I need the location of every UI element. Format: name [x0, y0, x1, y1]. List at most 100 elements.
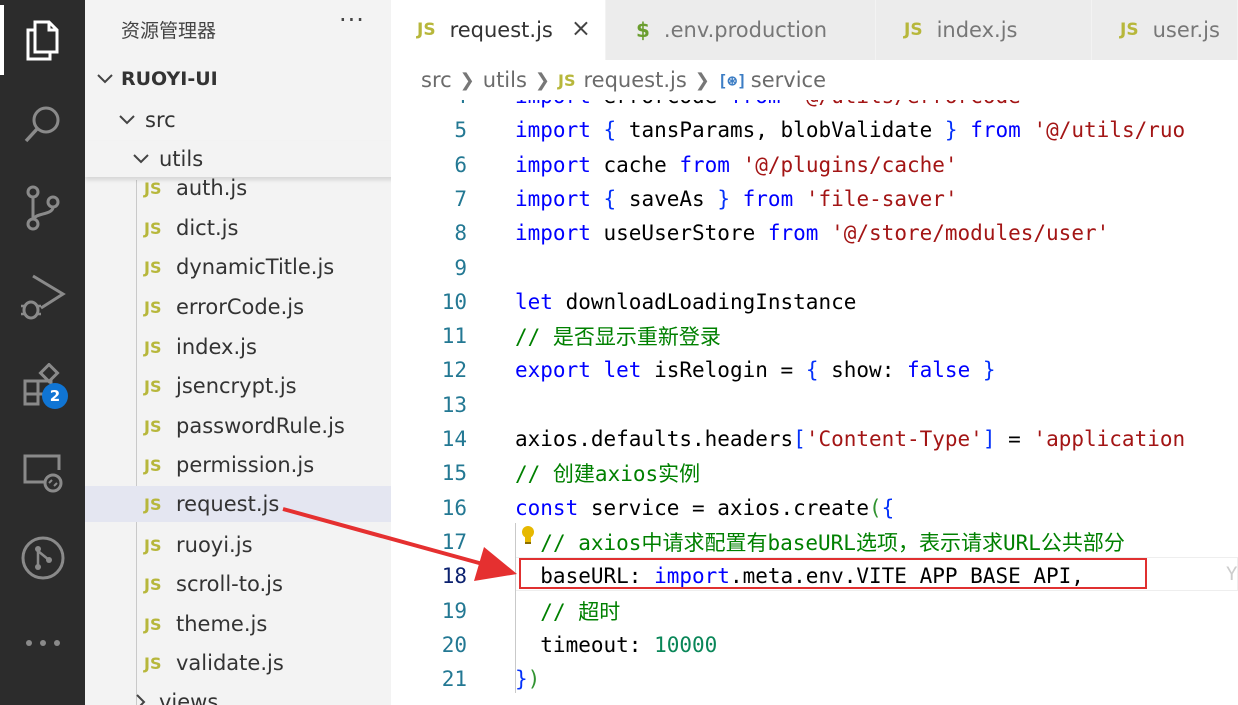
code-text: // 超时	[540, 599, 621, 624]
explorer-button[interactable]	[0, 5, 85, 75]
file-theme[interactable]: JS theme.js	[85, 606, 391, 642]
file-dynamictitle[interactable]: JS dynamicTitle.js	[85, 249, 391, 285]
file-scroll-to[interactable]: JS scroll-to.js	[85, 566, 391, 602]
tab-label: index.js	[936, 18, 1018, 42]
tab-request-js[interactable]: JS request.js ×	[391, 0, 606, 60]
explorer-more-button[interactable]: ···	[339, 6, 365, 34]
code-line[interactable]: 10 let downloadLoadingInstance	[391, 285, 1238, 319]
code-line[interactable]: 4 import errorCode from '@/utils/errorCod…	[391, 100, 1238, 113]
code-text: import { tansParams, blobValidate } from…	[515, 118, 1186, 143]
tab-env-production[interactable]: $ .env.production	[606, 0, 876, 60]
tab-label: user.js	[1152, 18, 1220, 42]
breadcrumb-utils[interactable]: utils	[483, 68, 527, 92]
folder-label: utils	[159, 147, 204, 171]
chevron-down-icon	[95, 69, 115, 89]
remote-explorer-button[interactable]	[0, 437, 85, 507]
env-file-icon: $	[636, 18, 650, 42]
code-text: // 是否显示重新登录	[515, 325, 721, 350]
js-file-icon: JS	[144, 455, 162, 475]
code-line[interactable]: 11 // 是否显示重新登录	[391, 319, 1238, 353]
code-editor[interactable]: 4 import errorCode from '@/utils/errorCod…	[391, 100, 1238, 705]
chevron-right-icon: ❯	[694, 69, 710, 91]
code-line[interactable]: 19 // 超时	[391, 594, 1238, 628]
close-icon[interactable]: ×	[571, 14, 591, 42]
line-number: 4	[391, 100, 467, 108]
file-errorcode[interactable]: JS errorCode.js	[85, 289, 391, 325]
breadcrumb-file[interactable]: request.js	[584, 68, 687, 92]
code-line[interactable]: 9	[391, 251, 1238, 285]
lightbulb-icon[interactable]	[520, 525, 536, 545]
line-number: 9	[454, 255, 467, 280]
extensions-button[interactable]: 2	[0, 350, 85, 420]
folder-views[interactable]: views	[85, 684, 391, 705]
code-text: })	[515, 667, 541, 692]
extensions-badge: 2	[42, 383, 68, 409]
file-permission[interactable]: JS permission.js	[85, 447, 391, 483]
chevron-down-icon	[117, 110, 137, 130]
code-line[interactable]: 17 // axios中请求配置有baseURL选项，表示请求URL公共部分	[391, 525, 1238, 559]
file-dict[interactable]: JS dict.js	[85, 210, 391, 246]
code-line[interactable]: 15 // 创建axios实例	[391, 456, 1238, 490]
line-number: 12	[441, 358, 467, 383]
file-request[interactable]: JS request.js	[85, 486, 391, 522]
code-line[interactable]: 13	[391, 388, 1238, 422]
tab-label: .env.production	[663, 18, 828, 42]
source-control-button[interactable]	[0, 173, 85, 243]
activity-bar: 2	[0, 0, 85, 705]
files-icon	[26, 20, 58, 61]
js-file-icon: JS	[144, 535, 162, 555]
line-number: 18	[441, 564, 467, 589]
code-text: let downloadLoadingInstance	[515, 289, 857, 314]
js-file-icon: JS	[144, 178, 162, 198]
code-line[interactable]: 20 timeout: 10000	[391, 628, 1238, 662]
folder-utils[interactable]: utils	[85, 141, 391, 177]
code-line[interactable]: 8 import useUserStore from '@/store/modul…	[391, 216, 1238, 250]
search-icon	[24, 106, 59, 143]
folder-label: src	[145, 108, 176, 132]
line-number: 15	[441, 461, 467, 486]
file-passwordrule[interactable]: JS passwordRule.js	[85, 408, 391, 444]
code-text: import errorCode from '@/utils/errorCode…	[515, 100, 1033, 108]
js-file-icon: JS	[144, 297, 162, 317]
code-line[interactable]: 5 import { tansParams, blobValidate } fro…	[391, 113, 1238, 147]
code-line[interactable]: 21})	[391, 662, 1238, 696]
code-line[interactable]: 6 import cache from '@/plugins/cache'	[391, 148, 1238, 182]
file-ruoyi[interactable]: JS ruoyi.js	[85, 527, 391, 563]
run-debug-button[interactable]	[0, 262, 85, 332]
ghost-text: Y	[1226, 563, 1238, 585]
code-text: timeout: 10000	[515, 632, 718, 657]
search-button[interactable]	[0, 90, 85, 160]
code-line[interactable]: 14 axios.defaults.headers['Content-Type']…	[391, 422, 1238, 456]
js-file-icon: JS	[558, 70, 576, 90]
folder-ruoyi-ui[interactable]: RUOYI-UI	[85, 61, 391, 97]
tab-index-js[interactable]: JS index.js	[876, 0, 1092, 60]
code-line[interactable]: 7 import { saveAs } from 'file-saver'	[391, 182, 1238, 216]
git-graph-icon	[21, 536, 64, 580]
code-line[interactable]: 12 export let isRelogin = { show: false }	[391, 353, 1238, 387]
remote-explorer-icon	[23, 454, 62, 493]
line-number: 16	[441, 495, 467, 520]
code-text: const service = axios.create({	[515, 495, 895, 520]
js-file-icon: JS	[904, 20, 923, 40]
explorer-title: 资源管理器	[121, 20, 217, 42]
file-jsencrypt[interactable]: JS jsencrypt.js	[85, 368, 391, 404]
chevron-right-icon	[131, 692, 151, 705]
code-line[interactable]: 16 const service = axios.create({	[391, 491, 1238, 525]
js-file-icon: JS	[144, 376, 162, 396]
file-index[interactable]: JS index.js	[85, 329, 391, 365]
variable-symbol-icon: [⊛]	[717, 70, 747, 90]
more-button[interactable]	[0, 608, 85, 678]
js-file-icon: JS	[1120, 20, 1139, 40]
run-debug-icon	[20, 274, 66, 320]
tab-user-js[interactable]: JS user.js	[1092, 0, 1238, 60]
code-text: // axios中请求配置有baseURL选项，表示请求URL公共部分	[540, 530, 1125, 555]
breadcrumb: src ❯ utils ❯ JS request.js ❯ [⊛] servic…	[391, 60, 1238, 100]
tab-label: request.js	[449, 18, 553, 42]
git-graph-button[interactable]	[0, 523, 85, 593]
chevron-right-icon: ❯	[459, 69, 475, 91]
line-number: 14	[441, 427, 467, 451]
breadcrumb-src[interactable]: src	[421, 68, 452, 92]
breadcrumb-symbol[interactable]: service	[751, 68, 826, 92]
folder-src[interactable]: src	[85, 102, 391, 138]
file-validate[interactable]: JS validate.js	[85, 645, 391, 681]
